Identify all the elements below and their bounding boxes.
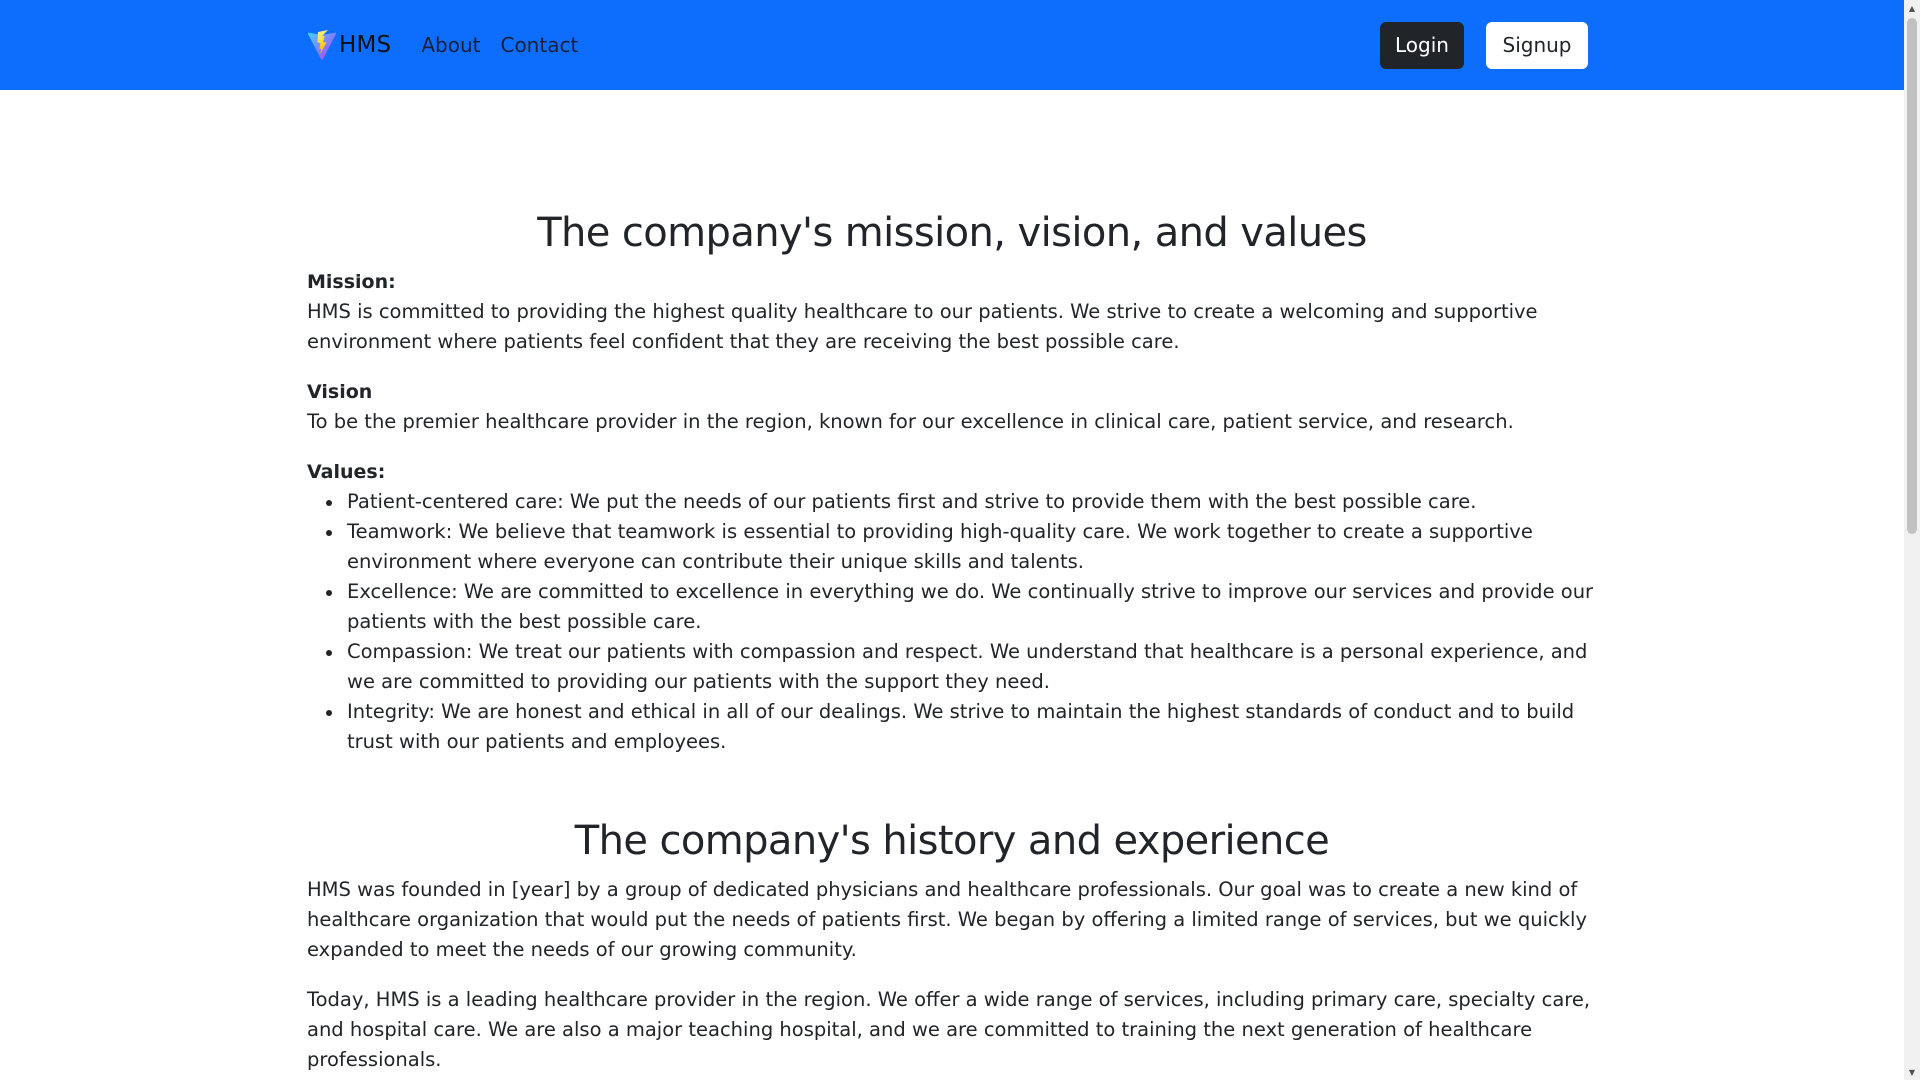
brand-name: HMS (339, 32, 392, 58)
nav-actions: Login Signup (1380, 21, 1588, 69)
navbar: HMS About Contact Login Signup (0, 0, 1904, 90)
vision-block: Vision To be the premier healthcare prov… (307, 377, 1597, 437)
vision-text: To be the premier healthcare provider in… (307, 410, 1514, 433)
mvv-title: The company's mission, vision, and value… (537, 210, 1367, 256)
values-label: Values: (307, 461, 386, 483)
lightning-bolt-logo-icon (307, 30, 337, 60)
vision-label: Vision (307, 381, 373, 403)
list-item: Patient-centered care: We put the needs … (326, 487, 1597, 517)
mission-vision-values-section: The company's mission, vision, and value… (307, 207, 1597, 757)
values-list: Patient-centered care: We put the needs … (307, 487, 1597, 757)
main-content: The company's mission, vision, and value… (307, 90, 1597, 1075)
history-paragraph: Today, HMS is a leading healthcare provi… (307, 988, 1591, 1071)
history-title: The company's history and experience (574, 818, 1330, 864)
mission-text: HMS is committed to providing the highes… (307, 300, 1538, 353)
nav-link-about[interactable]: About (421, 33, 480, 57)
brand-link[interactable]: HMS (307, 29, 391, 61)
vertical-scrollbar[interactable]: ▲ ▼ (1904, 0, 1920, 1080)
mission-label: Mission: (307, 271, 396, 293)
history-section: The company's history and experience HMS… (307, 815, 1597, 1075)
login-button[interactable]: Login (1380, 21, 1464, 69)
values-block: Values: Patient-centered care: We put th… (307, 457, 1597, 757)
scroll-up-arrow-icon[interactable]: ▲ (1904, 0, 1920, 16)
page: HMS About Contact Login Signup The compa… (0, 0, 1904, 1080)
navbar-inner: HMS About Contact Login Signup (307, 0, 1588, 90)
mission-block: Mission: HMS is committed to providing t… (307, 267, 1597, 357)
scroll-down-arrow-icon[interactable]: ▼ (1904, 1064, 1920, 1080)
list-item: Integrity: We are honest and ethical in … (326, 697, 1597, 757)
signup-button[interactable]: Signup (1486, 21, 1588, 69)
list-item: Excellence: We are committed to excellen… (326, 577, 1597, 637)
scrollbar-thumb[interactable] (1907, 18, 1917, 534)
nav-links: About Contact (421, 33, 598, 57)
list-item: Teamwork: We believe that teamwork is es… (326, 517, 1597, 577)
list-item: Compassion: We treat our patients with c… (326, 637, 1597, 697)
nav-link-contact[interactable]: Contact (500, 33, 578, 57)
history-paragraph: HMS was founded in [year] by a group of … (307, 878, 1587, 961)
browser-viewport: HMS About Contact Login Signup The compa… (0, 0, 1920, 1080)
